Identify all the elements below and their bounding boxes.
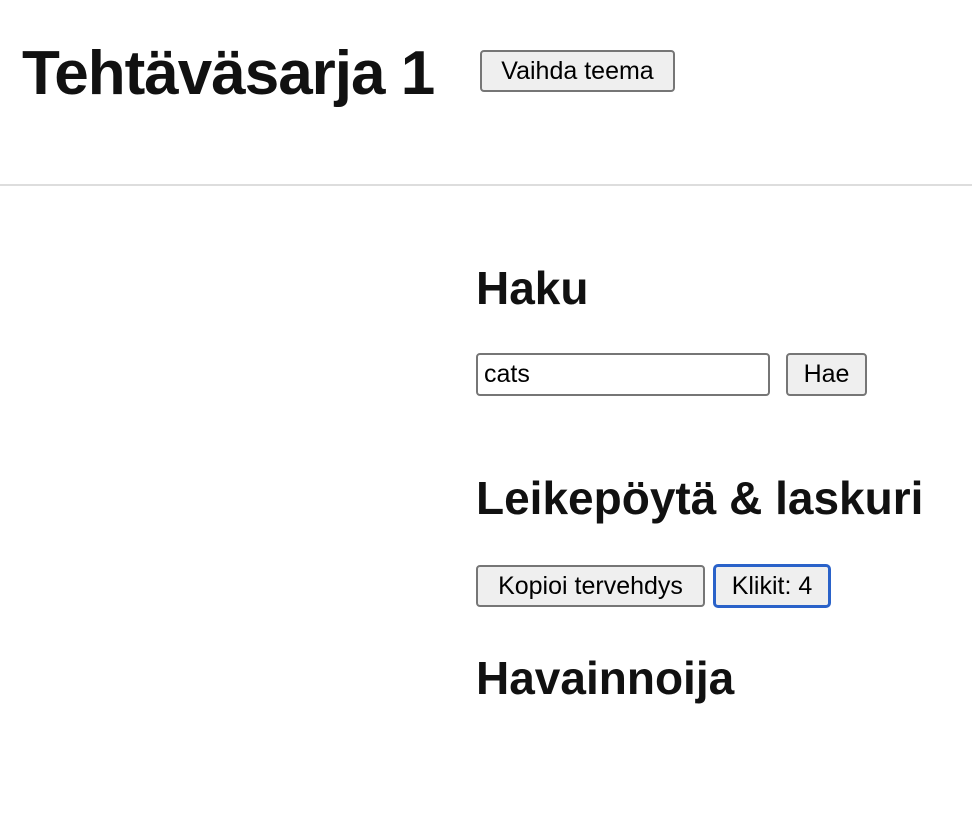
search-section-title: Haku (476, 262, 589, 314)
clipboard-counter-section-title: Leikepöytä & laskuri (476, 472, 924, 524)
change-theme-button[interactable]: Vaihda teema (480, 50, 675, 92)
observer-section-title: Havainnoija (476, 652, 735, 704)
search-button[interactable]: Hae (786, 353, 867, 396)
search-input[interactable] (476, 353, 770, 396)
copy-greeting-button[interactable]: Kopioi tervehdys (476, 565, 705, 607)
page-header: Tehtäväsarja 1 Vaihda teema (0, 0, 972, 186)
page-title: Tehtäväsarja 1 (22, 39, 435, 108)
click-counter-button[interactable]: Klikit: 4 (713, 564, 831, 608)
page: Tehtäväsarja 1 Vaihda teema Haku Hae Lei… (0, 0, 972, 816)
